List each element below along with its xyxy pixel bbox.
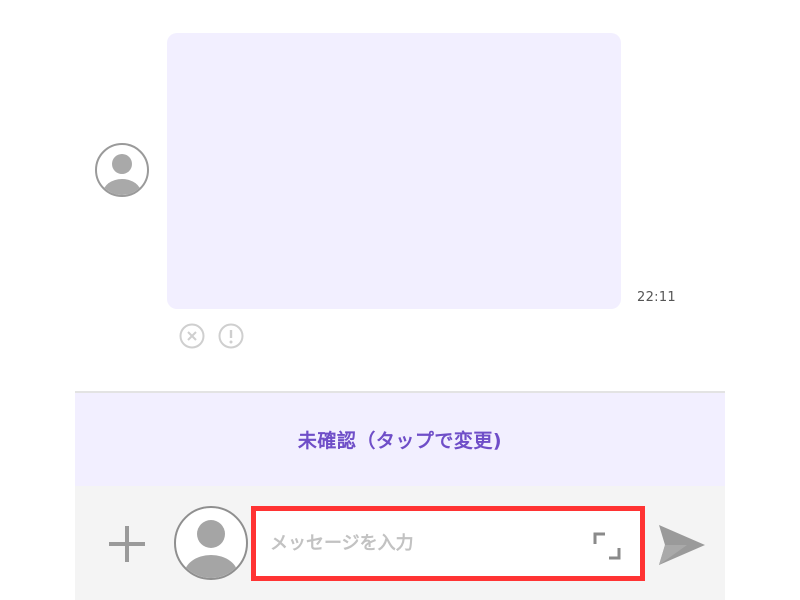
add-button[interactable] bbox=[105, 522, 149, 566]
expand-button[interactable] bbox=[592, 531, 622, 561]
unconfirmed-label: 未確認（タップで変更) bbox=[297, 430, 503, 452]
composer-avatar[interactable] bbox=[174, 506, 248, 580]
send-button[interactable] bbox=[657, 523, 707, 567]
chat-screen: 22:11 未確認（タップで変更) bbox=[0, 0, 800, 600]
plus-icon bbox=[109, 526, 145, 562]
warning-circle-icon[interactable] bbox=[218, 323, 244, 349]
expand-icon bbox=[593, 532, 621, 560]
cancel-circle-icon[interactable] bbox=[179, 323, 205, 349]
message-input-highlight bbox=[251, 506, 645, 581]
user-silhouette-icon bbox=[184, 520, 238, 578]
message-timestamp: 22:11 bbox=[637, 290, 676, 305]
message-composer bbox=[75, 486, 725, 600]
user-silhouette-icon bbox=[103, 154, 141, 195]
send-icon bbox=[659, 525, 705, 565]
message-input[interactable] bbox=[270, 511, 560, 576]
sender-avatar[interactable] bbox=[95, 143, 149, 197]
message-bubble[interactable] bbox=[167, 33, 621, 309]
unconfirmed-status-bar[interactable]: 未確認（タップで変更) bbox=[75, 391, 725, 486]
